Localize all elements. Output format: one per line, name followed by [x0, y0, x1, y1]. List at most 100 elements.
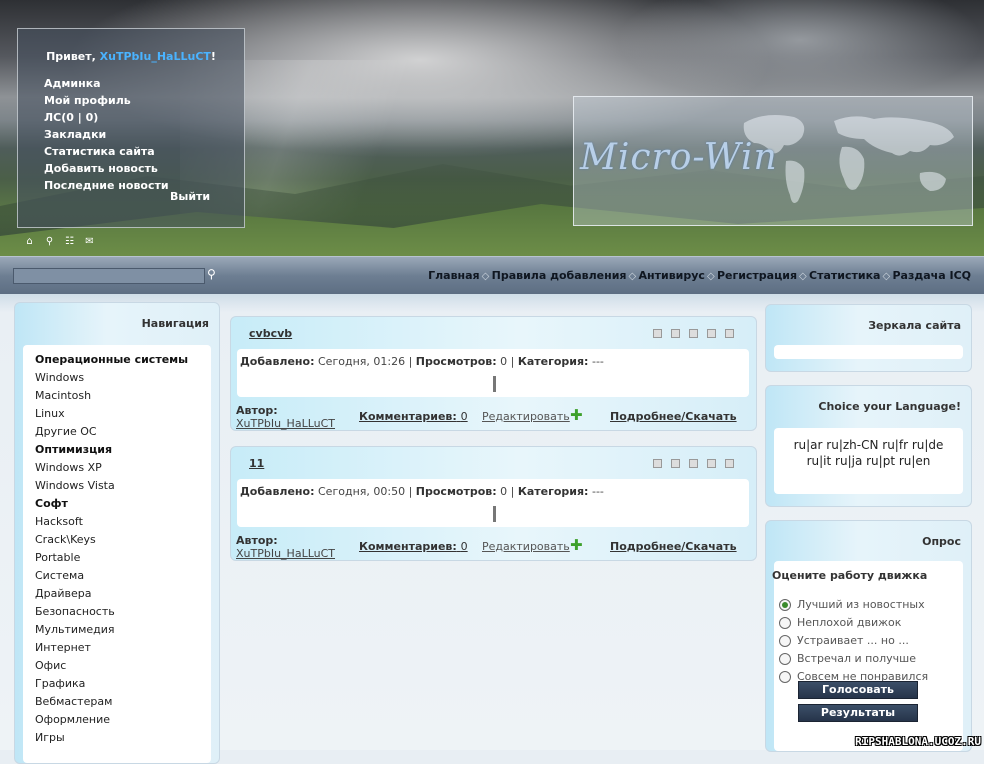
edit-link[interactable]: Редактировать	[482, 410, 570, 423]
mirrors-panel: Зеркала сайта	[765, 304, 972, 372]
star-icon[interactable]	[653, 459, 662, 468]
category-label: Категория:	[517, 355, 589, 368]
author-link[interactable]: XuTPbIu_HaLLuCT	[236, 417, 335, 430]
menu-item-home[interactable]: Главная	[428, 269, 480, 282]
nav-item[interactable]: Macintosh	[35, 387, 211, 405]
nav-item[interactable]: Офис	[35, 657, 211, 675]
radio-button-icon[interactable]	[779, 653, 791, 665]
user-menu-item-latest-news[interactable]: Последние новости	[44, 177, 169, 194]
star-icon[interactable]	[707, 459, 716, 468]
poll-option[interactable]: Встречал и получше	[779, 650, 928, 668]
nav-item[interactable]: Графика	[35, 675, 211, 693]
user-panel: Привет, XuTPbIu_HaLLuCT! Админка Мой про…	[17, 28, 245, 228]
language-links-row-1[interactable]: ru|ar ru|zh-CN ru|fr ru|de	[774, 428, 963, 453]
vote-button[interactable]: Голосовать	[798, 681, 918, 699]
star-icon[interactable]	[689, 329, 698, 338]
poll-option[interactable]: Устраивает ... но ...	[779, 632, 928, 650]
menu-item-antivirus[interactable]: Антивирус	[639, 269, 705, 282]
post-body: Добавлено: Сегодня, 01:26 | Просмотров: …	[237, 349, 749, 397]
radio-button-icon[interactable]	[779, 617, 791, 629]
category-label: Категория:	[517, 485, 589, 498]
nav-item[interactable]: Windows Vista	[35, 477, 211, 495]
rating-stars[interactable]	[644, 458, 734, 471]
poll-option[interactable]: Неплохой движок	[779, 614, 928, 632]
language-title: Choice your Language!	[818, 400, 961, 413]
nav-category-header[interactable]: Оптимизция	[35, 441, 211, 459]
home-icon[interactable]: ⌂	[23, 236, 36, 247]
nav-item[interactable]: Система	[35, 567, 211, 585]
nav-item[interactable]: Crack\Keys	[35, 531, 211, 549]
edit-link[interactable]: Редактировать	[482, 540, 570, 553]
top-menu: Главная ◇ Правила добавления ◇ Антивирус ◇ Рег…	[428, 269, 971, 282]
star-icon[interactable]	[725, 459, 734, 468]
menu-item-register[interactable]: Регистрация	[717, 269, 797, 282]
search-input[interactable]	[13, 268, 205, 284]
user-menu-item-stats[interactable]: Статистика сайта	[44, 143, 169, 160]
sitemap-icon[interactable]: ☷	[63, 236, 76, 247]
nav-category-header[interactable]: Операционные системы	[35, 351, 211, 369]
radio-button-icon[interactable]	[779, 671, 791, 683]
post-title[interactable]: 11	[249, 457, 264, 470]
username-link[interactable]: XuTPbIu_HaLLuCT	[100, 50, 211, 63]
site-header: Привет, XuTPbIu_HaLLuCT! Админка Мой про…	[0, 0, 984, 256]
mail-icon[interactable]: ✉	[83, 236, 96, 247]
greeting-text: Привет,	[46, 50, 96, 63]
nav-item[interactable]: Оформление	[35, 711, 211, 729]
nav-item[interactable]: Вебмастерам	[35, 693, 211, 711]
star-icon[interactable]	[671, 329, 680, 338]
nav-item[interactable]: Интернет	[35, 639, 211, 657]
nav-item[interactable]: Безопасность	[35, 603, 211, 621]
radio-button-icon[interactable]	[779, 599, 791, 611]
star-icon[interactable]	[653, 329, 662, 338]
logout-link[interactable]: Выйти	[170, 190, 210, 203]
user-menu-item-admin[interactable]: Админка	[44, 75, 169, 92]
star-icon[interactable]	[707, 329, 716, 338]
user-menu-item-add-news[interactable]: Добавить новость	[44, 160, 169, 177]
star-icon[interactable]	[689, 459, 698, 468]
comments-link[interactable]: Комментариев: 0	[359, 410, 468, 423]
more-download-link[interactable]: Подробнее/Скачать	[610, 540, 737, 553]
search-icon[interactable]: ⚲	[43, 236, 56, 247]
poll-option-label: Лучший из новостных	[797, 598, 925, 611]
nav-item[interactable]: Portable	[35, 549, 211, 567]
author-link[interactable]: XuTPbIu_HaLLuCT	[236, 547, 335, 560]
nav-item[interactable]: Windows	[35, 369, 211, 387]
add-plus-icon[interactable]: ✚	[570, 406, 583, 424]
nav-item[interactable]: Hacksoft	[35, 513, 211, 531]
user-menu-item-bookmarks[interactable]: Закладки	[44, 126, 169, 143]
poll-question: Оцените работу движка	[772, 569, 928, 582]
site-logo[interactable]: Micro-Win	[580, 137, 778, 178]
nav-item[interactable]: Игры	[35, 729, 211, 747]
nav-item[interactable]: Мультимедия	[35, 621, 211, 639]
results-button[interactable]: Результаты	[798, 704, 918, 722]
menu-item-statistics[interactable]: Статистика	[809, 269, 880, 282]
menu-item-icq[interactable]: Раздача ICQ	[892, 269, 971, 282]
category-value: ---	[591, 355, 604, 368]
nav-category-header[interactable]: Софт	[35, 495, 211, 513]
star-icon[interactable]	[671, 459, 680, 468]
post-title[interactable]: cvbcvb	[249, 327, 292, 340]
poll-option[interactable]: Лучший из новостных	[779, 596, 928, 614]
main-area: Навигация Операционные системы Windows Mac…	[0, 294, 984, 764]
rating-stars[interactable]	[644, 328, 734, 341]
comments-link[interactable]: Комментариев: 0	[359, 540, 468, 553]
comments-count: 0	[460, 410, 468, 423]
more-download-link[interactable]: Подробнее/Скачать	[610, 410, 737, 423]
nav-item[interactable]: Драйвера	[35, 585, 211, 603]
language-links-row-2[interactable]: ru|it ru|ja ru|pt ru|en	[774, 453, 963, 469]
add-plus-icon[interactable]: ✚	[570, 536, 583, 554]
nav-item[interactable]: Windows XP	[35, 459, 211, 477]
menu-item-rules[interactable]: Правила добавления	[492, 269, 627, 282]
nav-item[interactable]: Linux	[35, 405, 211, 423]
comments-label: Комментариев:	[359, 410, 457, 423]
search-button-icon[interactable]: ⚲	[207, 267, 216, 281]
user-menu-item-pm[interactable]: ЛС(0 | 0)	[44, 109, 169, 126]
star-icon[interactable]	[725, 329, 734, 338]
radio-button-icon[interactable]	[779, 635, 791, 647]
menu-separator-icon: ◇	[882, 271, 891, 282]
nav-item[interactable]: Другие ОС	[35, 423, 211, 441]
user-menu-item-profile[interactable]: Мой профиль	[44, 92, 169, 109]
poll-option-label: Встречал и получше	[797, 652, 916, 665]
mirrors-body	[774, 345, 963, 359]
top-navbar: ⚲ Главная ◇ Правила добавления ◇ Антивирус ◇ Р…	[0, 256, 984, 295]
